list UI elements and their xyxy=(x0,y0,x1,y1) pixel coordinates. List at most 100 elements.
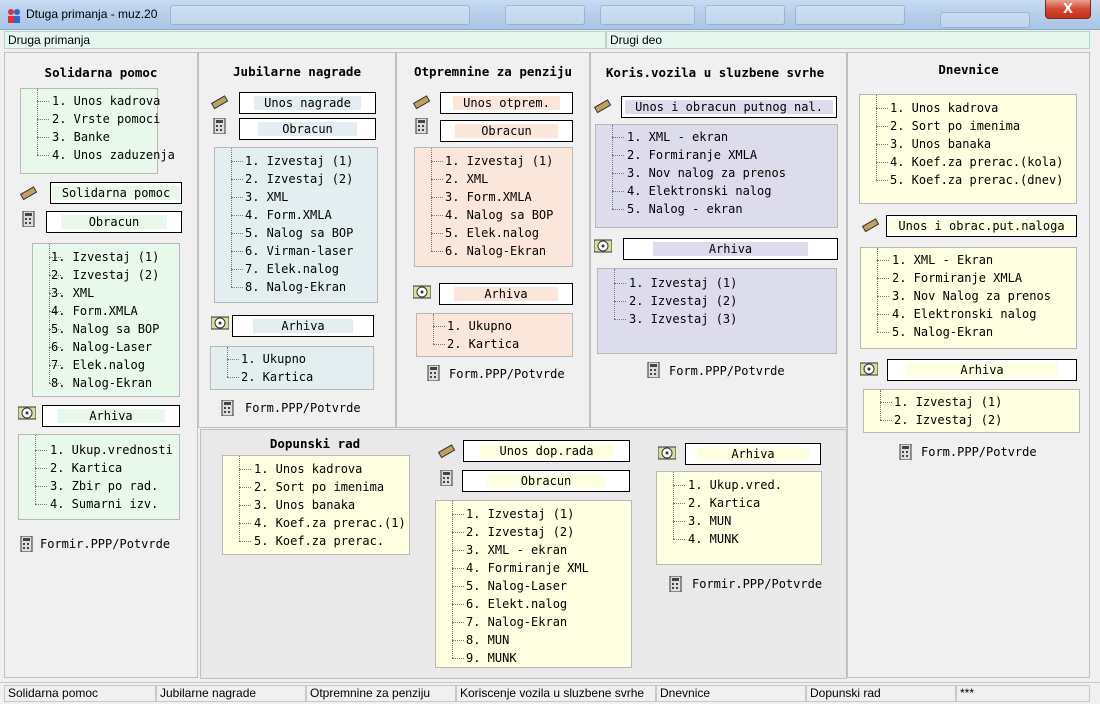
list-item[interactable]: 3. Banke xyxy=(52,128,110,146)
otpremnine-arhiva-button[interactable]: Arhiva xyxy=(439,283,573,305)
dopunski-arhiva-button[interactable]: Arhiva xyxy=(685,443,821,465)
list-item[interactable]: 6. Elekt.nalog xyxy=(466,595,567,613)
list-item[interactable]: 2. Izvestaj (2) xyxy=(51,266,159,284)
list-item[interactable]: 2. Sort po imenima xyxy=(890,117,1020,135)
list-item[interactable]: 5. Koef.za prerac. xyxy=(254,532,384,550)
list-item[interactable]: 6. Nalog-Laser xyxy=(51,338,152,356)
list-item[interactable]: 4. MUNK xyxy=(688,530,739,548)
list-item[interactable]: 4. Form.XMLA xyxy=(245,206,332,224)
dnevnice-unos-button[interactable]: Unos i obrac.put.naloga xyxy=(886,215,1077,237)
dopunski-obracun-button[interactable]: Obracun xyxy=(462,470,630,492)
list-item[interactable]: 4. Koef.za prerac.(1) xyxy=(254,514,406,532)
otpremnine-obracun-button[interactable]: Obracun xyxy=(440,120,573,142)
solidarna-obracun-button[interactable]: Obracun xyxy=(46,211,182,233)
list-item[interactable]: 5. Elek.nalog xyxy=(445,224,539,242)
jubilarne-ppp-link[interactable]: Form.PPP/Potvrde xyxy=(245,400,361,416)
list-item[interactable]: 1. Izvestaj (1) xyxy=(629,274,737,292)
list-item[interactable]: 6. Virman-laser xyxy=(245,242,353,260)
list-item[interactable]: 4. Nalog sa BOP xyxy=(445,206,553,224)
status-item-solidarna[interactable]: Solidarna pomoc xyxy=(4,685,156,702)
list-item[interactable]: 1. Unos kadrova xyxy=(254,460,362,478)
status-item-otpremnine[interactable]: Otpremnine za penziju xyxy=(306,685,456,702)
list-item[interactable]: 2. Sort po imenima xyxy=(254,478,384,496)
list-item[interactable]: 2. Formiranje XMLA xyxy=(892,269,1022,287)
list-item[interactable]: 1. Izvestaj (1) xyxy=(466,505,574,523)
vozila-ppp-link[interactable]: Form.PPP/Potvrde xyxy=(669,363,785,379)
list-item[interactable]: 1. Unos kadrova xyxy=(52,92,160,110)
list-item[interactable]: 1. Ukup.vred. xyxy=(688,476,782,494)
list-item[interactable]: 5. Koef.za prerac.(dnev) xyxy=(890,171,1063,189)
list-item[interactable]: 2. XML xyxy=(445,170,488,188)
list-item[interactable]: 1. XML - ekran xyxy=(627,128,728,146)
status-item-vozila[interactable]: Koriscenje vozila u sluzbene svrhe xyxy=(456,685,656,702)
list-item[interactable]: 5. Nalog sa BOP xyxy=(51,320,159,338)
list-item[interactable]: 4. Unos zaduzenja xyxy=(52,146,175,164)
list-item[interactable]: 1. Izvestaj (1) xyxy=(894,393,1002,411)
list-item[interactable]: 5. Nalog-Laser xyxy=(466,577,567,595)
list-item[interactable]: 2. Kartica xyxy=(241,368,313,386)
list-item[interactable]: 1. Izvestaj (1) xyxy=(51,248,159,266)
title-bar[interactable]: Dtuga primanja - muz.20 X xyxy=(0,0,1100,30)
list-item[interactable]: 3. XML xyxy=(51,284,94,302)
status-item-dopunski[interactable]: Dopunski rad xyxy=(806,685,956,702)
list-item[interactable]: 3. Nov nalog za prenos xyxy=(627,164,786,182)
jubilarne-unos-button[interactable]: Unos nagrade xyxy=(239,92,376,114)
list-item[interactable]: 6. Nalog-Ekran xyxy=(445,242,546,260)
list-item[interactable]: 2. Vrste pomoci xyxy=(52,110,160,128)
list-item[interactable]: 1. Ukupno xyxy=(241,350,306,368)
list-item[interactable]: 8. Nalog-Ekran xyxy=(245,278,346,296)
list-item[interactable]: 3. Zbir po rad. xyxy=(50,477,158,495)
dnevnice-arhiva-button[interactable]: Arhiva xyxy=(887,359,1077,381)
jubilarne-arhiva-button[interactable]: Arhiva xyxy=(232,315,374,337)
list-item[interactable]: 3. Form.XMLA xyxy=(445,188,532,206)
list-item[interactable]: 2. Formiranje XMLA xyxy=(627,146,757,164)
otpremnine-ppp-link[interactable]: Form.PPP/Potvrde xyxy=(449,366,565,382)
list-item[interactable]: 3. XML - ekran xyxy=(466,541,567,559)
list-item[interactable]: 2. Kartica xyxy=(447,335,519,353)
otpremnine-unos-button[interactable]: Unos otprem. xyxy=(440,92,573,114)
solidarna-arhiva-button[interactable]: Arhiva xyxy=(42,405,180,427)
list-item[interactable]: 1. Izvestaj (1) xyxy=(245,152,353,170)
list-item[interactable]: 2. Izvestaj (2) xyxy=(466,523,574,541)
list-item[interactable]: 1. XML - Ekran xyxy=(892,251,993,269)
solidarna-unos-button[interactable]: Solidarna pomoc xyxy=(50,182,182,204)
list-item[interactable]: 3. Nov Nalog za prenos xyxy=(892,287,1051,305)
list-item[interactable]: 4. Elektronski nalog xyxy=(892,305,1037,323)
list-item[interactable]: 5. Nalog-Ekran xyxy=(892,323,993,341)
list-item[interactable]: 7. Elek.nalog xyxy=(245,260,339,278)
list-item[interactable]: 1. Izvestaj (1) xyxy=(445,152,553,170)
jubilarne-obracun-button[interactable]: Obracun xyxy=(239,118,376,140)
list-item[interactable]: 4. Elektronski nalog xyxy=(627,182,772,200)
dnevnice-ppp-link[interactable]: Form.PPP/Potvrde xyxy=(921,444,1037,460)
list-item[interactable]: 7. Nalog-Ekran xyxy=(466,613,567,631)
list-item[interactable]: 1. Ukupno xyxy=(447,317,512,335)
list-item[interactable]: 2. Kartica xyxy=(688,494,760,512)
status-item-dnevnice[interactable]: Dnevnice xyxy=(656,685,806,702)
list-item[interactable]: 2. Izvestaj (2) xyxy=(245,170,353,188)
list-item[interactable]: 2. Izvestaj (2) xyxy=(894,411,1002,429)
close-button[interactable]: X xyxy=(1045,0,1091,19)
list-item[interactable]: 3. MUN xyxy=(688,512,731,530)
list-item[interactable]: 5. Nalog - ekran xyxy=(627,200,743,218)
list-item[interactable]: 4. Koef.za prerac.(kola) xyxy=(890,153,1063,171)
list-item[interactable]: 9. MUNK xyxy=(466,649,517,667)
list-item[interactable]: 8. Nalog-Ekran xyxy=(51,374,152,392)
vozila-unos-button[interactable]: Unos i obracun putnog nal. xyxy=(621,96,837,118)
list-item[interactable]: 2. Izvestaj (2) xyxy=(629,292,737,310)
solidarna-ppp-link[interactable]: Formir.PPP/Potvrde xyxy=(40,536,170,552)
list-item[interactable]: 4. Form.XMLA xyxy=(51,302,138,320)
status-item-jubilarne[interactable]: Jubilarne nagrade xyxy=(156,685,306,702)
dopunski-unos-button[interactable]: Unos dop.rada xyxy=(463,440,630,462)
list-item[interactable]: 8. MUN xyxy=(466,631,509,649)
list-item[interactable]: 7. Elek.nalog xyxy=(51,356,145,374)
list-item[interactable]: 4. Sumarni izv. xyxy=(50,495,158,513)
list-item[interactable]: 1. Ukup.vrednosti xyxy=(50,441,173,459)
list-item[interactable]: 5. Nalog sa BOP xyxy=(245,224,353,242)
vozila-arhiva-button[interactable]: Arhiva xyxy=(623,238,838,260)
list-item[interactable]: 3. Izvestaj (3) xyxy=(629,310,737,328)
list-item[interactable]: 3. Unos banaka xyxy=(890,135,991,153)
list-item[interactable]: 4. Formiranje XML xyxy=(466,559,589,577)
list-item[interactable]: 3. Unos banaka xyxy=(254,496,355,514)
dopunski-ppp-link[interactable]: Formir.PPP/Potvrde xyxy=(692,576,822,592)
list-item[interactable]: 2. Kartica xyxy=(50,459,122,477)
